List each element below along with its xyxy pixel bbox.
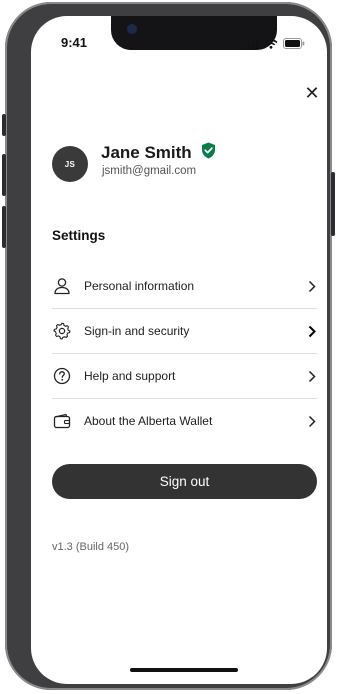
menu-item-label: Help and support (84, 369, 176, 383)
user-name-row: Jane Smith (101, 142, 216, 164)
phone-frame: 9:41 ✕ JS Jane Smith jsmith@gmail.com Se… (2, 2, 335, 690)
volume-up-button (2, 154, 6, 196)
avatar: JS (52, 146, 88, 182)
person-icon (52, 276, 72, 296)
camera (127, 24, 137, 34)
close-icon: ✕ (304, 83, 320, 103)
chevron-right-icon (307, 414, 317, 428)
avatar-initials: JS (64, 159, 76, 169)
menu-item-label: Sign-in and security (84, 324, 190, 338)
user-email: jsmith@gmail.com (102, 165, 197, 177)
chevron-right-icon (307, 324, 317, 338)
chevron-right-icon (307, 369, 317, 383)
mute-switch (2, 114, 6, 136)
gear-icon (52, 321, 72, 341)
menu-item-about-the-alberta-wallet[interactable]: About the Alberta Wallet (52, 399, 317, 443)
volume-down-button (2, 206, 6, 248)
battery-icon (283, 36, 305, 54)
status-icons (244, 36, 305, 54)
wallet-icon (52, 411, 72, 431)
menu-item-help-and-support[interactable]: Help and support (52, 354, 317, 399)
menu-item-sign-in-and-security[interactable]: Sign-in and security (52, 309, 317, 354)
verified-shield-icon (201, 142, 216, 164)
settings-menu: Personal information Sign-in and securit… (52, 264, 317, 443)
question-circle-icon (52, 366, 72, 386)
chevron-right-icon (307, 279, 317, 293)
menu-item-personal-information[interactable]: Personal information (52, 264, 317, 309)
wifi-icon (264, 36, 278, 54)
version-label: v1.3 (Build 450) (52, 541, 130, 553)
close-button[interactable]: ✕ (304, 83, 320, 103)
status-time: 9:41 (61, 35, 88, 50)
power-button (331, 172, 335, 236)
sign-out-button[interactable]: Sign out (52, 464, 317, 499)
menu-item-label: About the Alberta Wallet (84, 414, 213, 428)
user-name: Jane Smith (101, 143, 192, 162)
settings-heading: Settings (52, 228, 106, 243)
screen: 9:41 ✕ JS Jane Smith jsmith@gmail.com Se… (31, 16, 327, 684)
signal-icon (244, 36, 259, 54)
menu-item-label: Personal information (84, 279, 195, 293)
home-indicator[interactable] (130, 668, 238, 672)
